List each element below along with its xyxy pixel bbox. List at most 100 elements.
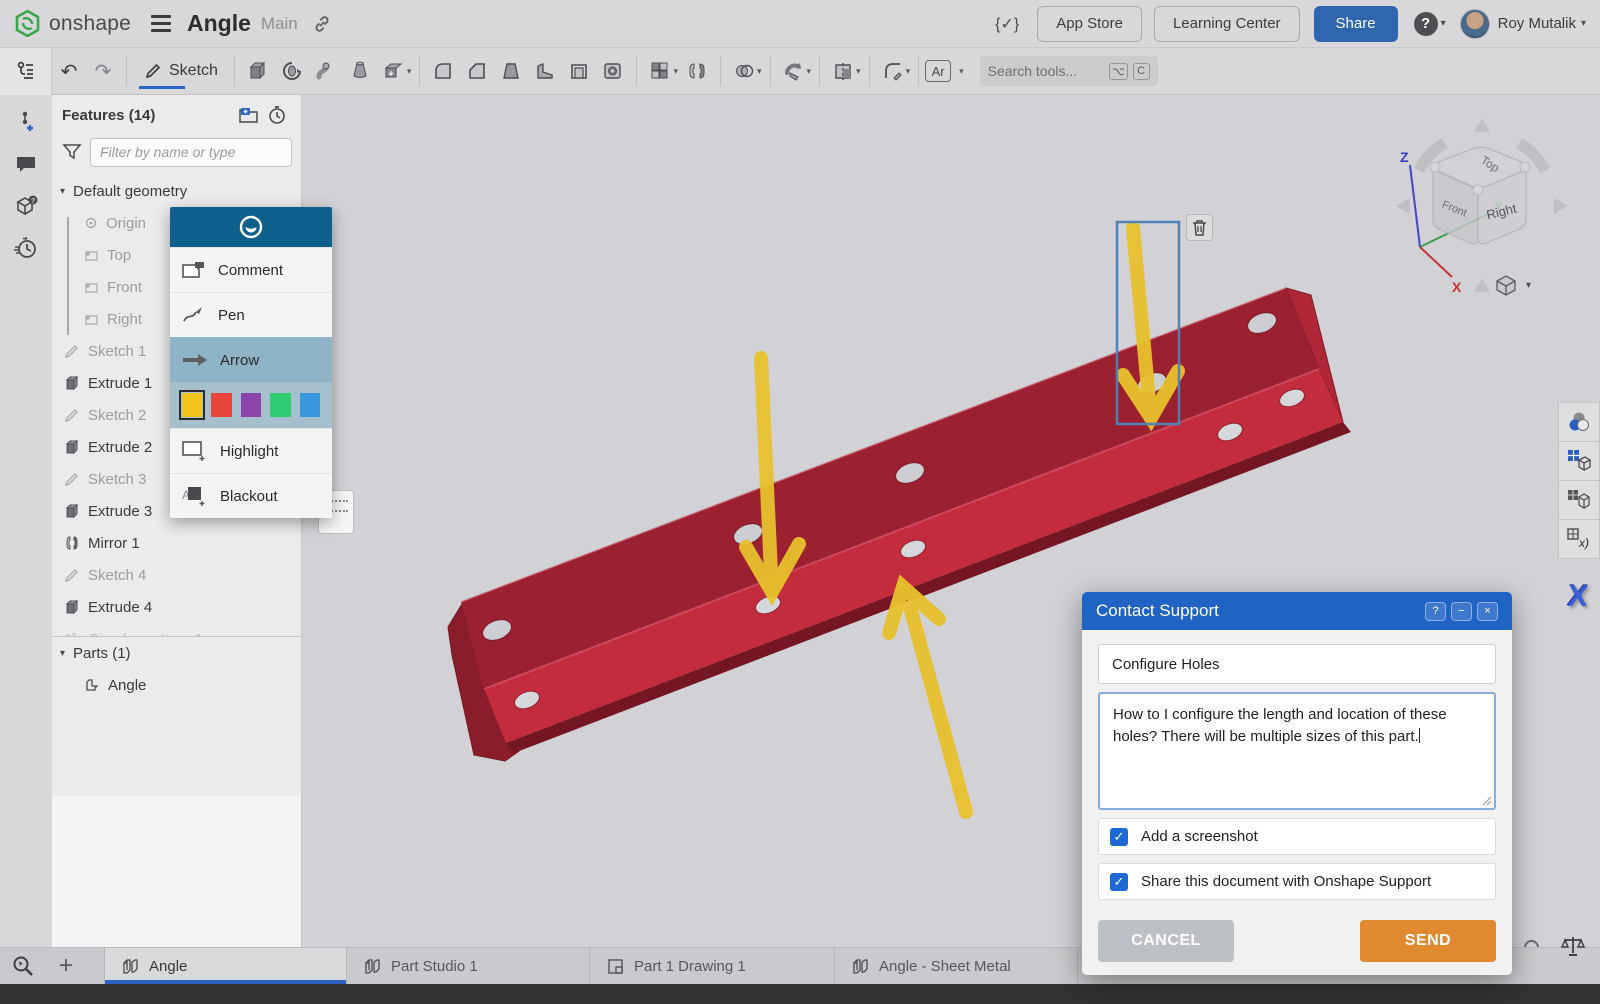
sketch-button[interactable]: Sketch: [133, 52, 228, 90]
view-options-button[interactable]: ▾: [1494, 270, 1552, 300]
transform-icon[interactable]: [777, 52, 811, 90]
part-item-angle[interactable]: Angle: [52, 669, 301, 701]
markup-item-highlight[interactable]: Highlight: [170, 428, 332, 473]
chevron-down-icon[interactable]: ▾: [60, 186, 65, 197]
learning-center-button[interactable]: Learning Center: [1154, 6, 1300, 42]
chevron-down-icon[interactable]: ▾: [673, 66, 678, 77]
filter-input[interactable]: [90, 138, 292, 167]
tab-angle[interactable]: Angle: [104, 948, 346, 984]
message-textarea[interactable]: How to I configure the length and locati…: [1098, 692, 1496, 810]
undo-button[interactable]: ↶: [52, 52, 86, 90]
search-tools-input[interactable]: Search tools... ⌥ C: [980, 56, 1158, 86]
app-store-button[interactable]: App Store: [1037, 6, 1142, 42]
parts-group[interactable]: ▾ Parts (1): [52, 637, 301, 669]
cancel-button[interactable]: CANCEL: [1098, 920, 1234, 962]
share-document-checkbox[interactable]: ✓: [1110, 873, 1128, 891]
extrude-icon[interactable]: [241, 52, 275, 90]
tab-part-1-drawing-1[interactable]: Part 1 Drawing 1: [589, 948, 834, 984]
chevron-down-icon[interactable]: ▾: [757, 66, 762, 77]
split-icon[interactable]: [826, 52, 860, 90]
rib-icon[interactable]: [528, 52, 562, 90]
markup-menu-header[interactable]: [170, 207, 332, 247]
subject-input[interactable]: [1098, 644, 1496, 684]
markup-arrow-1[interactable]: [746, 358, 799, 592]
comments-icon[interactable]: [0, 143, 52, 185]
color-swatch-purple[interactable]: [241, 393, 261, 417]
help-cube-icon[interactable]: ?: [0, 185, 52, 227]
chamfer-icon[interactable]: [460, 52, 494, 90]
feature-item-extrude4[interactable]: Extrude 4: [52, 591, 301, 623]
chevron-down-icon[interactable]: ▾: [60, 648, 65, 659]
hole-icon[interactable]: [596, 52, 630, 90]
markup-item-blackout[interactable]: A Blackout: [170, 473, 332, 518]
units-scale-icon[interactable]: [1560, 934, 1586, 958]
dialog-close-button[interactable]: ×: [1477, 602, 1498, 621]
add-folder-icon[interactable]: [235, 102, 263, 128]
help-menu[interactable]: ? ▾: [1414, 12, 1446, 36]
rollback-history-icon[interactable]: [263, 102, 291, 128]
markup-item-arrow[interactable]: Arrow: [170, 337, 332, 382]
dialog-minimize-button[interactable]: −: [1451, 602, 1472, 621]
share-link-icon[interactable]: [312, 14, 332, 34]
chevron-down-icon[interactable]: ▾: [407, 66, 412, 77]
x-addin-icon[interactable]: X: [1566, 580, 1590, 614]
loft-icon[interactable]: [343, 52, 377, 90]
onshape-logo-text[interactable]: onshape: [49, 12, 131, 36]
color-swatch-green[interactable]: [270, 393, 290, 417]
shell-icon[interactable]: [562, 52, 596, 90]
boolean-icon[interactable]: [727, 52, 761, 90]
feature-item-circular-pattern1[interactable]: Circular pattern 1: [52, 623, 301, 636]
sweep-icon[interactable]: [309, 52, 343, 90]
feature-item-sketch4[interactable]: Sketch 4: [52, 559, 301, 591]
chevron-down-icon[interactable]: ▾: [856, 66, 861, 77]
fillet-icon[interactable]: [426, 52, 460, 90]
feature-item-mirror1[interactable]: Mirror 1: [52, 527, 301, 559]
delete-markup-button[interactable]: [1186, 214, 1213, 241]
featurescript-icon[interactable]: {✓}: [989, 10, 1025, 38]
revolve-icon[interactable]: [275, 52, 309, 90]
resize-grip-icon[interactable]: [1482, 796, 1492, 806]
help-icon[interactable]: ?: [1414, 12, 1438, 36]
modify-fillet-icon[interactable]: [876, 52, 910, 90]
dialog-help-button[interactable]: ?: [1425, 602, 1446, 621]
history-icon[interactable]: [0, 227, 52, 269]
draft-icon[interactable]: [494, 52, 528, 90]
avatar[interactable]: [1460, 9, 1490, 39]
chevron-down-icon[interactable]: ▾: [906, 66, 911, 77]
filter-icon[interactable]: [62, 143, 82, 161]
add-screenshot-checkbox[interactable]: ✓: [1110, 828, 1128, 846]
chevron-down-icon[interactable]: ▾: [959, 66, 964, 77]
insert-version-icon[interactable]: [0, 101, 52, 143]
manage-tabs-icon[interactable]: [0, 948, 46, 984]
appearance-panel-icon[interactable]: [1558, 402, 1600, 442]
mirror-icon[interactable]: [680, 52, 714, 90]
markup-arrow-2-selected[interactable]: [1123, 228, 1178, 418]
color-swatch-yellow[interactable]: [182, 393, 202, 417]
tab-part-studio-1[interactable]: Part Studio 1: [346, 948, 589, 984]
markup-item-comment[interactable]: Comment: [170, 247, 332, 292]
variables-icon[interactable]: x): [1558, 519, 1600, 559]
custom-tables-icon[interactable]: [1558, 480, 1600, 520]
chevron-down-icon[interactable]: ▾: [807, 66, 812, 77]
main-menu-icon[interactable]: [151, 15, 171, 32]
dialog-header[interactable]: Contact Support ? − ×: [1082, 592, 1512, 630]
linear-pattern-icon[interactable]: [643, 52, 677, 90]
feature-list-toggle-button[interactable]: [0, 48, 52, 95]
send-button[interactable]: SEND: [1360, 920, 1496, 962]
markup-arrow-3[interactable]: [889, 587, 966, 812]
tab-angle-sheet-metal[interactable]: Angle - Sheet Metal: [834, 948, 1078, 984]
share-button[interactable]: Share: [1314, 6, 1398, 42]
feature-group-default-geometry[interactable]: ▾ Default geometry: [52, 175, 301, 207]
thicken-icon[interactable]: [377, 52, 411, 90]
redo-button[interactable]: ↷: [86, 52, 120, 90]
color-swatch-red[interactable]: [211, 393, 231, 417]
add-tab-button[interactable]: +: [46, 948, 86, 984]
assign-ar-button[interactable]: Ar: [925, 60, 951, 82]
markup-item-pen[interactable]: Pen: [170, 292, 332, 337]
color-swatch-blue[interactable]: [300, 393, 320, 417]
onshape-logo-icon[interactable]: [14, 10, 41, 37]
workspace-name[interactable]: Main: [261, 14, 298, 34]
user-name[interactable]: Roy Mutalik: [1498, 15, 1576, 32]
share-document-row[interactable]: ✓ Share this document with Onshape Suppo…: [1098, 863, 1496, 900]
configuration-panel-icon[interactable]: [1558, 441, 1600, 481]
